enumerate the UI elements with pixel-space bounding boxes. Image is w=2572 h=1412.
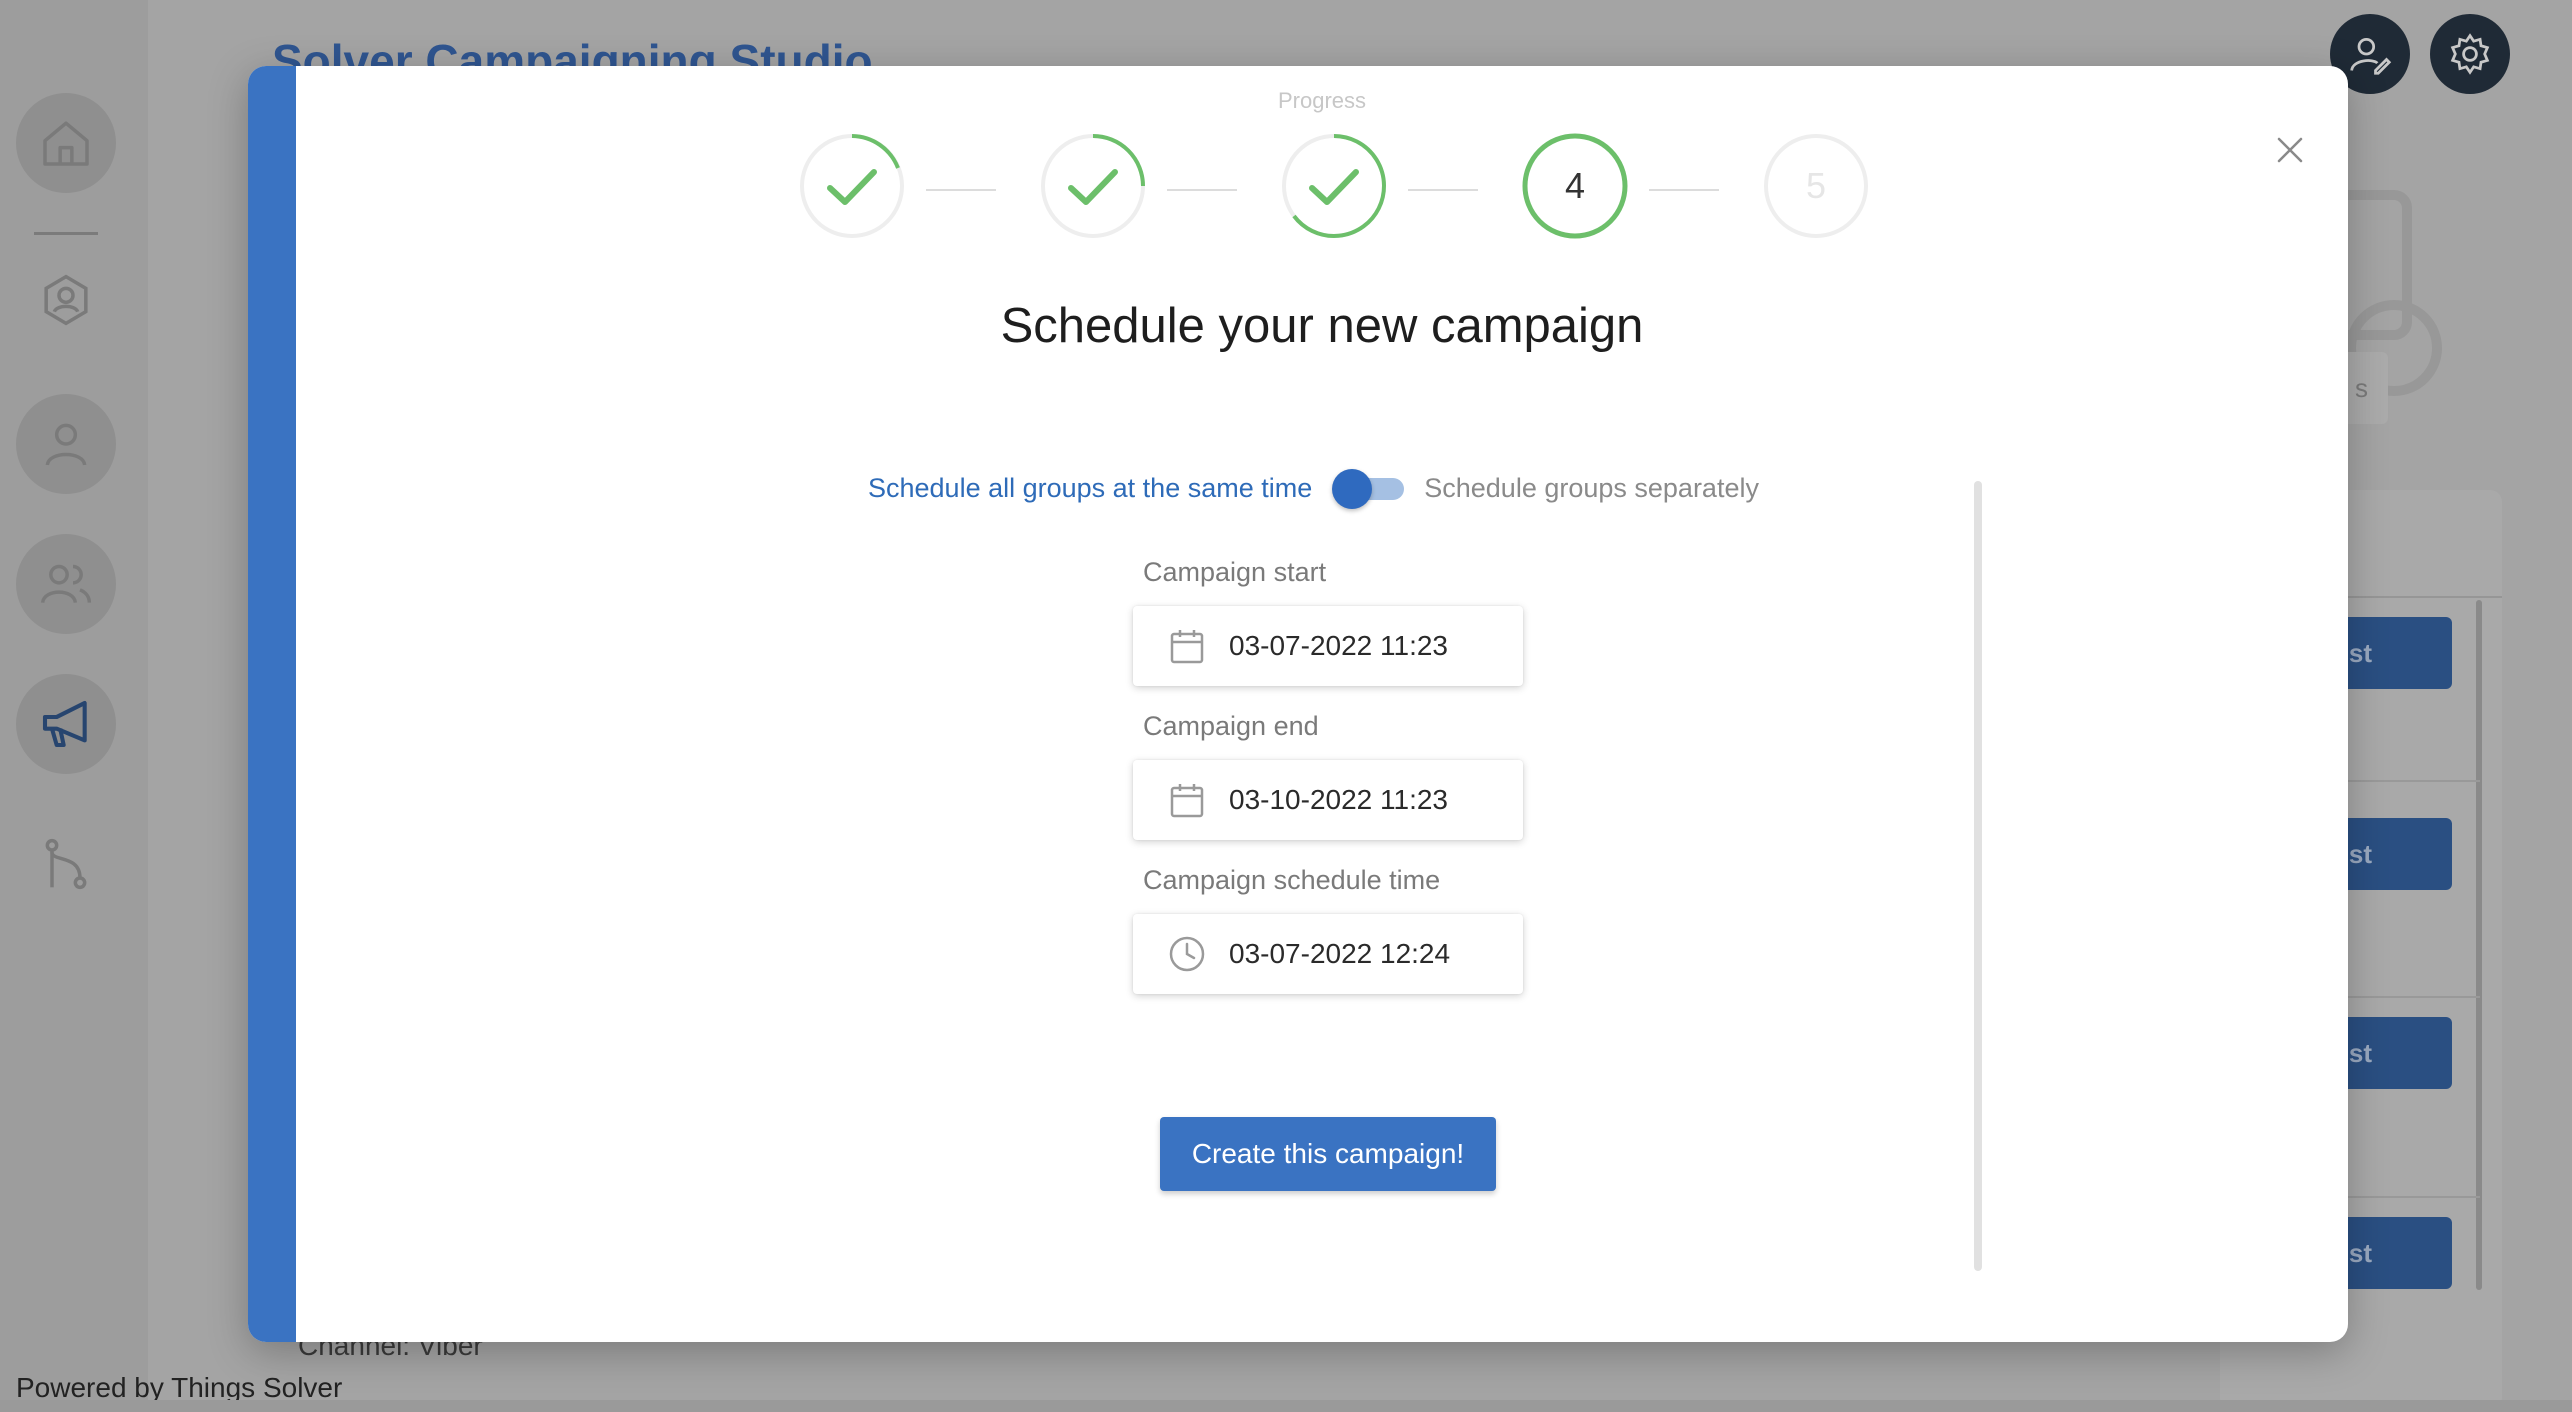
gear-icon [2450, 33, 2490, 75]
check-icon [1068, 169, 1118, 205]
close-button[interactable] [2264, 124, 2316, 176]
schedule-mode-row: Schedule all groups at the same time Sch… [868, 468, 1759, 509]
sidebar-item-home[interactable] [16, 93, 116, 193]
modal-scrollbar[interactable] [1974, 481, 1982, 1271]
sidebar-item-campaigns[interactable] [16, 674, 116, 774]
campaign-schedule-time-label: Campaign schedule time [1143, 865, 1441, 895]
sidebar-item-user[interactable] [16, 394, 116, 494]
campaign-schedule-time-input[interactable]: 03-07-2022 12:24 [1133, 914, 1523, 994]
users-icon [40, 564, 92, 604]
check-icon [1309, 169, 1359, 205]
campaign-end-value: 03-10-2022 11:23 [1229, 784, 1448, 815]
progress-connector [1167, 189, 1237, 191]
close-icon [2277, 137, 2303, 163]
toggle-label-separately[interactable]: Schedule groups separately [1424, 473, 1759, 504]
campaign-start-value: 03-07-2022 11:23 [1229, 630, 1448, 661]
calendar-icon [1170, 784, 1204, 818]
home-icon [43, 121, 89, 166]
create-campaign-button[interactable]: Create this campaign! [1160, 1117, 1496, 1191]
calendar-icon [1170, 630, 1204, 664]
toggle-label-same-time[interactable]: Schedule all groups at the same time [868, 473, 1312, 504]
progress-connector [926, 189, 996, 191]
campaign-start-input[interactable]: 03-07-2022 11:23 [1133, 606, 1523, 686]
progress-step-3 [1280, 132, 1388, 240]
user-icon [45, 423, 87, 466]
progress-step-1 [798, 132, 906, 240]
step-5-number: 5 [1806, 165, 1826, 206]
progress-connector [1408, 189, 1478, 191]
campaign-end-label: Campaign end [1143, 711, 1319, 741]
sidebar-item-user-settings[interactable] [16, 250, 116, 350]
schedule-mode-toggle[interactable] [1332, 468, 1405, 509]
sidebar [0, 0, 148, 1412]
progress-step-2 [1039, 132, 1147, 240]
campaign-schedule-time-value: 03-07-2022 12:24 [1229, 938, 1451, 969]
background-scrollbar [2476, 600, 2482, 1290]
progress-connector [1649, 189, 1719, 191]
git-branch-icon [45, 838, 87, 890]
check-icon [827, 169, 877, 205]
toggle-knob [1332, 469, 1373, 509]
settings-button[interactable] [2430, 14, 2510, 94]
bottom-bar [0, 1400, 2572, 1412]
step-4-number: 4 [1565, 165, 1585, 206]
sidebar-item-users[interactable] [16, 534, 116, 634]
modal-title: Schedule your new campaign [1000, 299, 1644, 353]
clock-icon [1169, 936, 1205, 972]
schedule-campaign-modal: Progress 4 5 Schedule your new campaign … [248, 66, 2348, 1342]
user-settings-icon [44, 274, 88, 326]
campaign-end-input[interactable]: 03-10-2022 11:23 [1133, 760, 1523, 840]
user-edit-icon [2350, 37, 2392, 75]
progress-step-5: 5 [1762, 132, 1870, 240]
progress-step-4: 4 [1521, 132, 1629, 240]
progress-label: Progress [1277, 88, 1367, 113]
modal-accent-stripe [248, 66, 296, 1342]
megaphone-icon [42, 700, 87, 748]
campaign-start-label: Campaign start [1143, 557, 1327, 587]
sidebar-divider [34, 232, 98, 235]
sidebar-item-flows[interactable] [16, 814, 116, 914]
